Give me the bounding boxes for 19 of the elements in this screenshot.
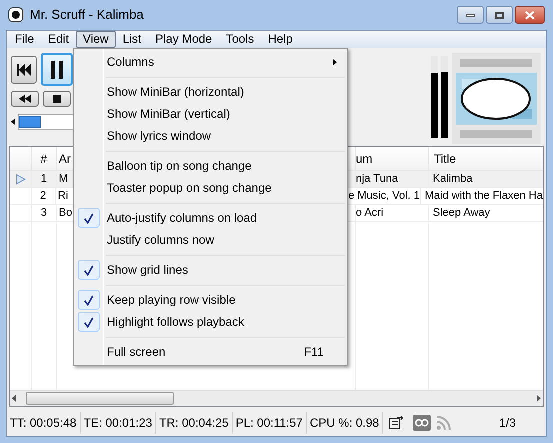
table-cell: Bo: [59, 207, 72, 219]
window-title: Mr. Scruff - Kalimba: [30, 6, 144, 24]
table-cell: 2: [32, 188, 56, 204]
table-cell: M: [59, 173, 68, 185]
track-count: 1/3: [499, 415, 516, 432]
status-field: PL: 00:11:57: [232, 412, 307, 434]
table-cell: Ri: [58, 190, 68, 202]
status-field: CPU %: 0.98: [306, 412, 384, 434]
table-cell: Kalimba: [433, 173, 473, 185]
table-cell: Maid with the Flaxen Ha: [425, 190, 543, 202]
table-cell: nja Tuna: [356, 173, 398, 185]
status-field: TE: 00:01:23: [80, 412, 156, 434]
status-field: TR: 00:04:25: [156, 412, 233, 434]
table-cell: e Music, Vol. 1: [348, 190, 420, 202]
status-field: TT: 00:05:48: [7, 412, 81, 434]
table-cell: 3: [32, 205, 57, 221]
table-cell: Sleep Away: [433, 207, 490, 219]
table-cell: 1: [32, 171, 57, 187]
table-cell: o Acri: [356, 207, 384, 219]
